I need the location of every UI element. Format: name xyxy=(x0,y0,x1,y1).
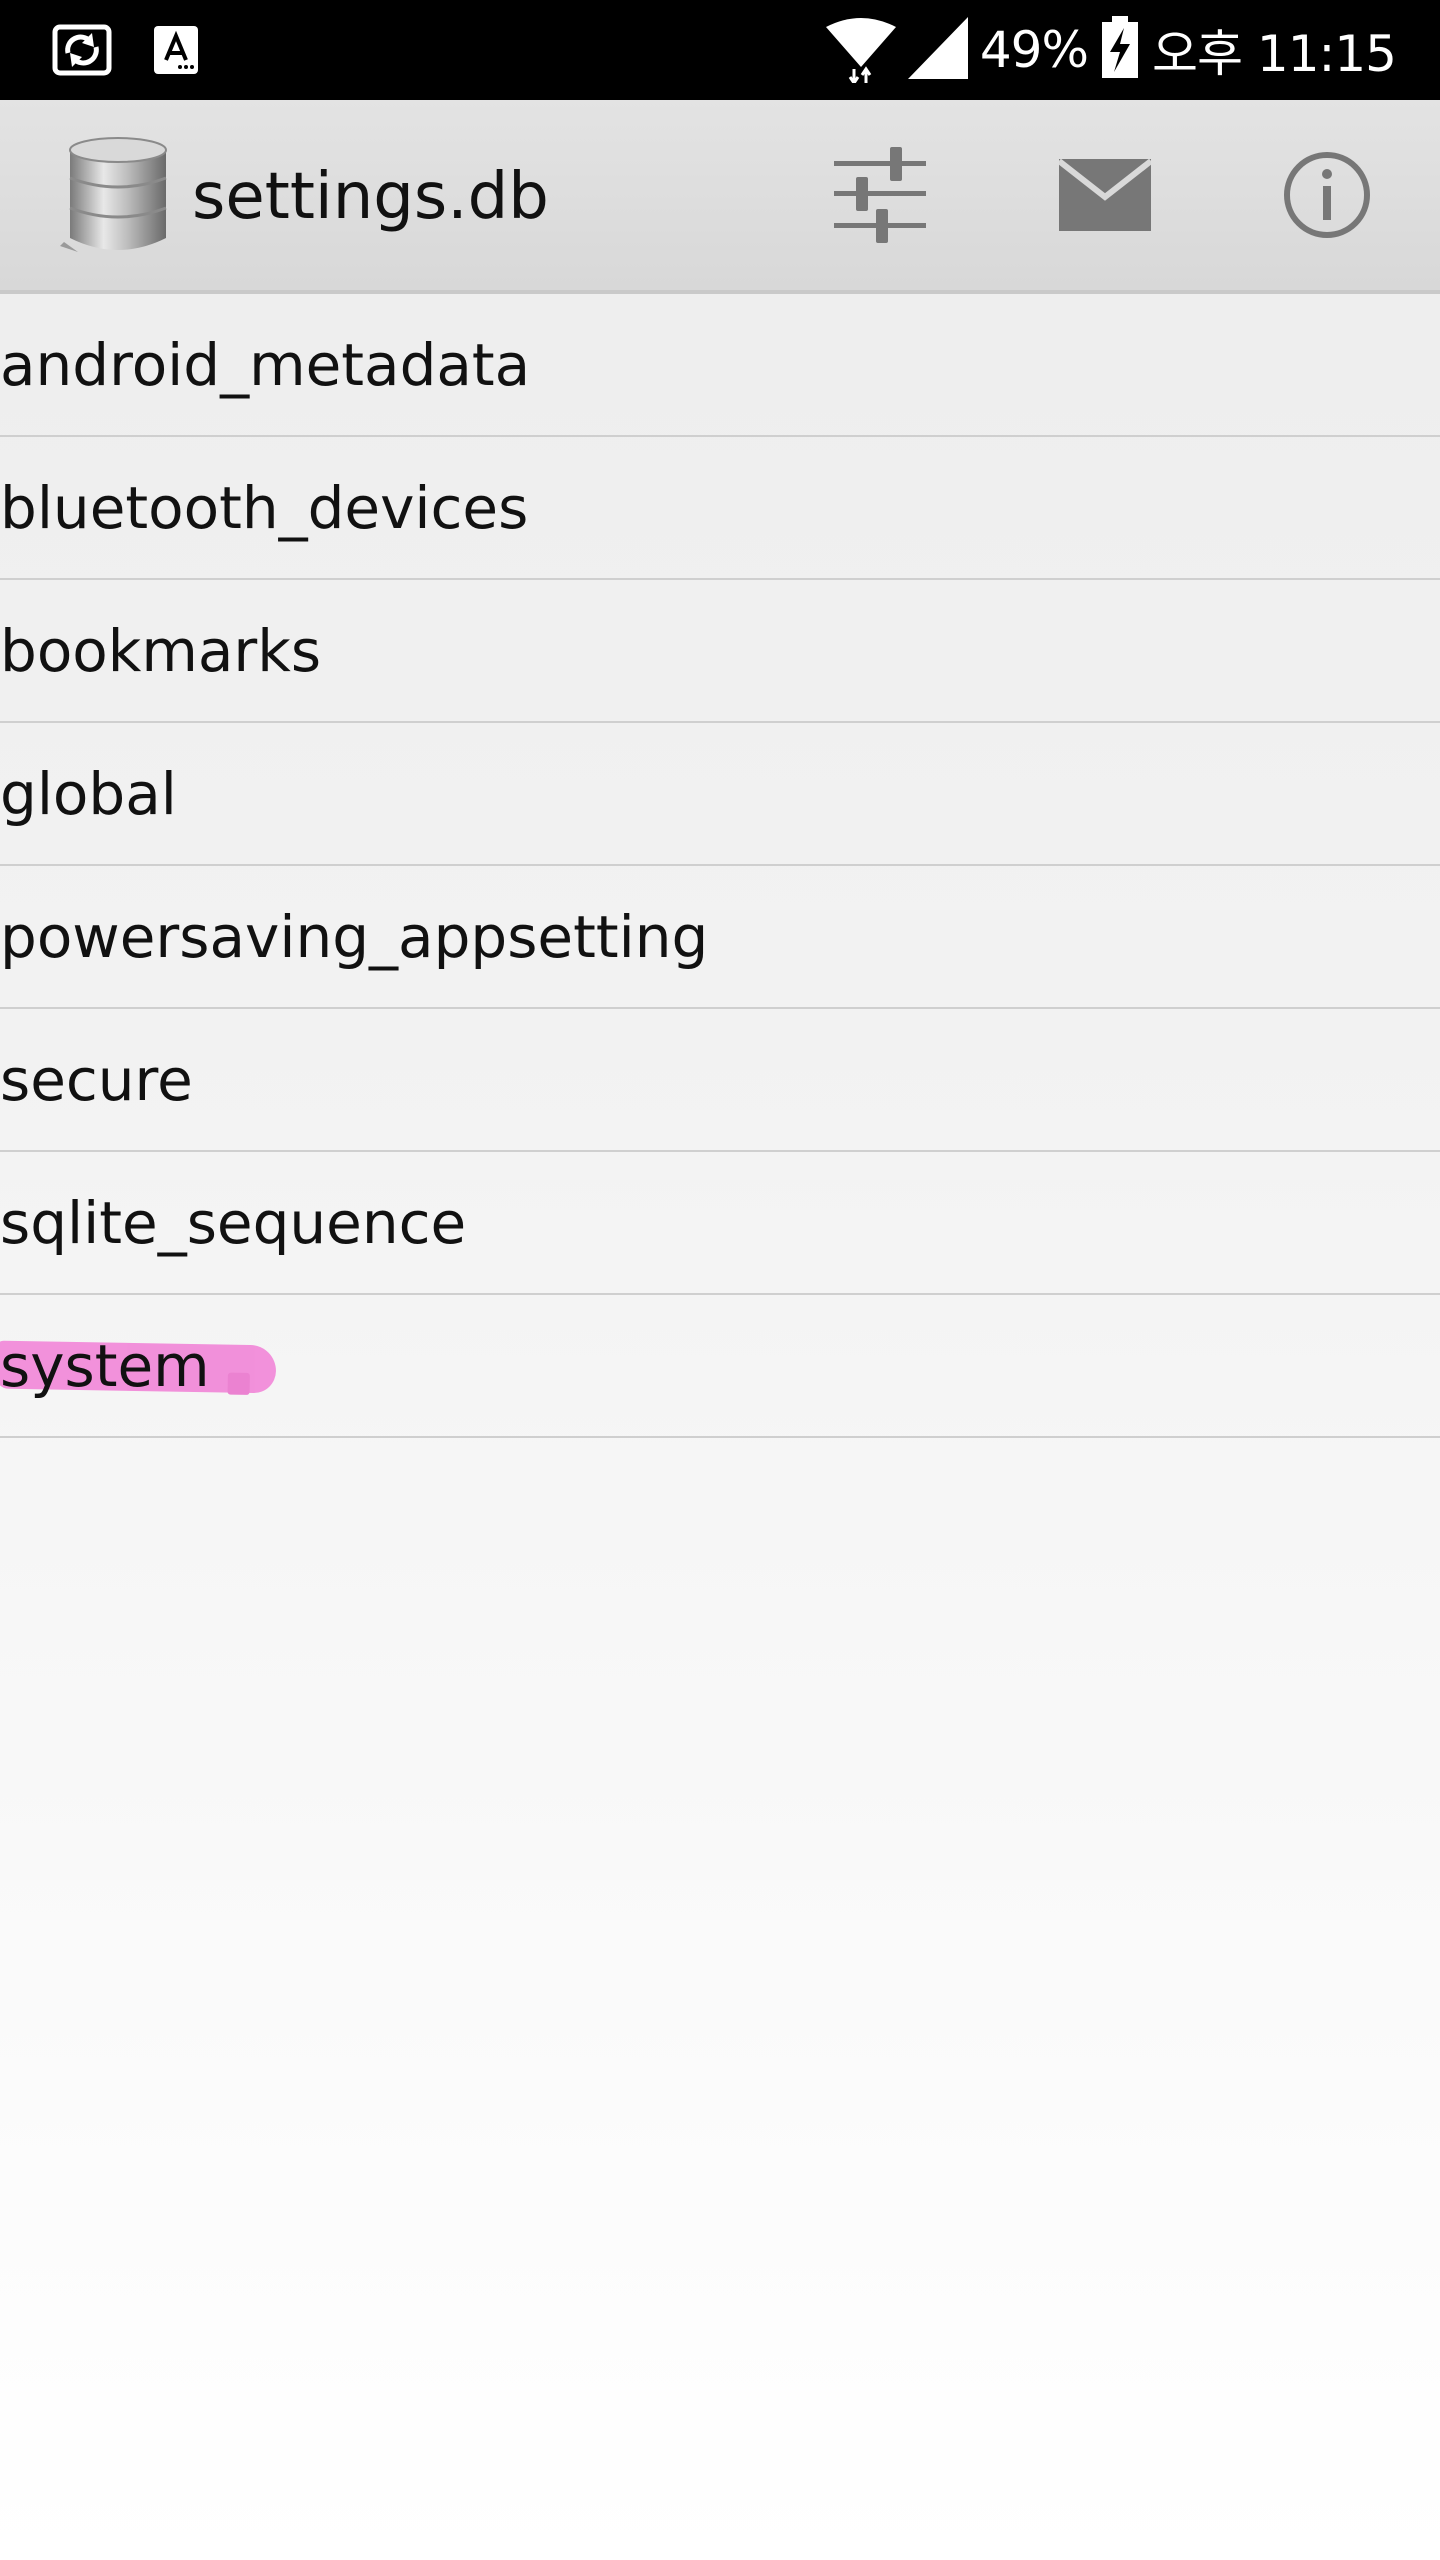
signal-icon xyxy=(907,17,968,83)
action-bar: settings.db xyxy=(0,100,1440,294)
table-row[interactable]: bookmarks xyxy=(0,580,1440,723)
table-name: global xyxy=(0,759,177,828)
page-title: settings.db xyxy=(192,160,549,234)
table-row-highlighted[interactable]: system xyxy=(0,1295,1440,1438)
clock: 오후 11:15 xyxy=(1152,25,1397,83)
table-name: bluetooth_devices xyxy=(0,473,529,542)
table-name: android_metadata xyxy=(0,330,531,399)
table-row[interactable]: secure xyxy=(0,1009,1440,1152)
table-row[interactable]: powersaving_appsetting xyxy=(0,866,1440,1009)
table-name: sqlite_sequence xyxy=(0,1188,467,1257)
keyboard-a-icon xyxy=(146,22,206,78)
table-row[interactable]: bluetooth_devices xyxy=(0,437,1440,580)
battery-charging-icon xyxy=(1100,16,1140,84)
status-bar-left xyxy=(52,22,240,78)
screen-rotate-icon xyxy=(52,22,112,78)
database-icon xyxy=(58,134,172,258)
table-name: powersaving_appsetting xyxy=(0,902,709,971)
info-icon xyxy=(1284,152,1370,238)
table-row[interactable]: global xyxy=(0,723,1440,866)
table-name: system xyxy=(0,1331,210,1400)
info-button[interactable] xyxy=(1272,140,1382,250)
table-name: secure xyxy=(0,1045,193,1114)
table-name: bookmarks xyxy=(0,616,322,685)
status-bar-right: 49% 오후 11:15 xyxy=(825,13,1397,87)
settings-sliders-button[interactable] xyxy=(825,140,935,250)
email-button[interactable] xyxy=(1050,140,1160,250)
battery-percent: 49% xyxy=(979,21,1089,79)
table-row[interactable]: sqlite_sequence xyxy=(0,1152,1440,1295)
table-row[interactable]: android_metadata xyxy=(0,294,1440,437)
mail-icon xyxy=(1059,159,1151,231)
table-list: android_metadata bluetooth_devices bookm… xyxy=(0,294,1440,1438)
status-bar: 49% 오후 11:15 xyxy=(0,0,1440,100)
sliders-icon xyxy=(834,147,926,243)
wifi-icon xyxy=(825,13,896,87)
